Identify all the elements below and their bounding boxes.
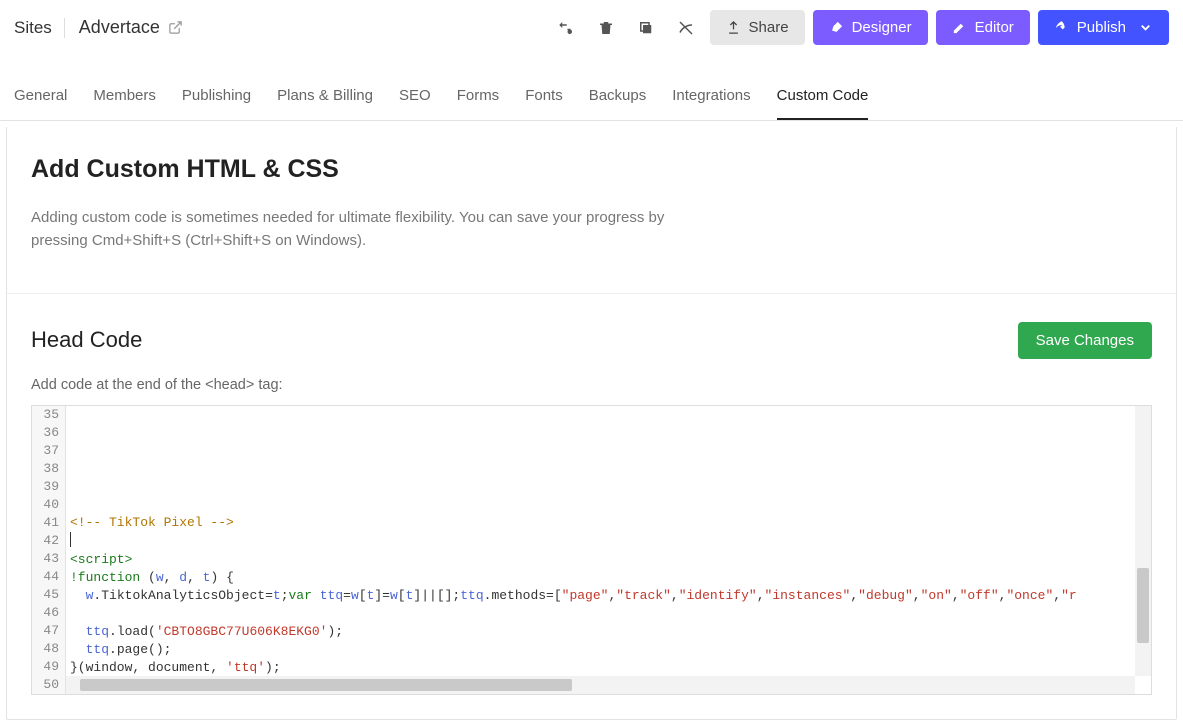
designer-button[interactable]: Designer (813, 10, 928, 45)
tab-backups[interactable]: Backups (589, 73, 647, 120)
tab-general[interactable]: General (14, 73, 67, 120)
tab-members[interactable]: Members (93, 73, 156, 120)
editor-vertical-thumb[interactable] (1137, 568, 1149, 643)
publish-label: Publish (1077, 19, 1126, 36)
rocket-icon (1054, 20, 1069, 35)
editor-horizontal-thumb[interactable] (80, 679, 572, 691)
trash-icon (597, 19, 615, 37)
tab-forms[interactable]: Forms (457, 73, 500, 120)
site-name-label: Advertace (79, 17, 160, 38)
sites-link[interactable]: Sites (14, 18, 65, 38)
external-link-icon (168, 20, 183, 35)
custom-code-panel: Add Custom HTML & CSS Adding custom code… (6, 127, 1177, 720)
editor-gutter: 35 36 37 38 39 40 41 42 43 44 45 46 47 4… (32, 406, 66, 694)
tab-plans-billing[interactable]: Plans & Billing (277, 73, 373, 120)
editor-horizontal-scrollbar[interactable] (66, 676, 1135, 694)
page-description: Adding custom code is sometimes needed f… (31, 206, 691, 253)
designer-label: Designer (852, 19, 912, 36)
editor-code[interactable]: <!-- TikTok Pixel --> <script> !function… (66, 406, 1151, 694)
editor-button[interactable]: Editor (936, 10, 1030, 45)
head-code-editor[interactable]: 35 36 37 38 39 40 41 42 43 44 45 46 47 4… (31, 405, 1152, 695)
tab-fonts[interactable]: Fonts (525, 73, 563, 120)
unpublish-icon-button[interactable] (670, 12, 702, 44)
tab-custom-code[interactable]: Custom Code (777, 73, 869, 120)
settings-tabs: General Members Publishing Plans & Billi… (0, 73, 1183, 121)
trash-icon-button[interactable] (590, 12, 622, 44)
divider (7, 293, 1176, 294)
tab-seo[interactable]: SEO (399, 73, 431, 120)
chevron-down-icon (1138, 20, 1153, 35)
tab-integrations[interactable]: Integrations (672, 73, 750, 120)
editor-label: Editor (975, 19, 1014, 36)
page-title: Add Custom HTML & CSS (31, 155, 1152, 184)
save-changes-button[interactable]: Save Changes (1018, 322, 1152, 359)
share-label: Share (749, 19, 789, 36)
publish-button[interactable]: Publish (1038, 10, 1169, 45)
transfer-icon-button[interactable] (550, 12, 582, 44)
transfer-icon (557, 19, 575, 37)
duplicate-icon-button[interactable] (630, 12, 662, 44)
head-code-title: Head Code (31, 327, 142, 353)
site-name[interactable]: Advertace (79, 17, 183, 38)
tab-publishing[interactable]: Publishing (182, 73, 251, 120)
share-icon (726, 20, 741, 35)
pencil-icon (952, 20, 967, 35)
brush-icon (829, 20, 844, 35)
unpublish-icon (677, 19, 695, 37)
editor-vertical-scrollbar[interactable] (1135, 406, 1151, 676)
head-code-subtitle: Add code at the end of the <head> tag: (31, 377, 1152, 393)
share-button[interactable]: Share (710, 10, 805, 45)
duplicate-icon (637, 19, 655, 37)
